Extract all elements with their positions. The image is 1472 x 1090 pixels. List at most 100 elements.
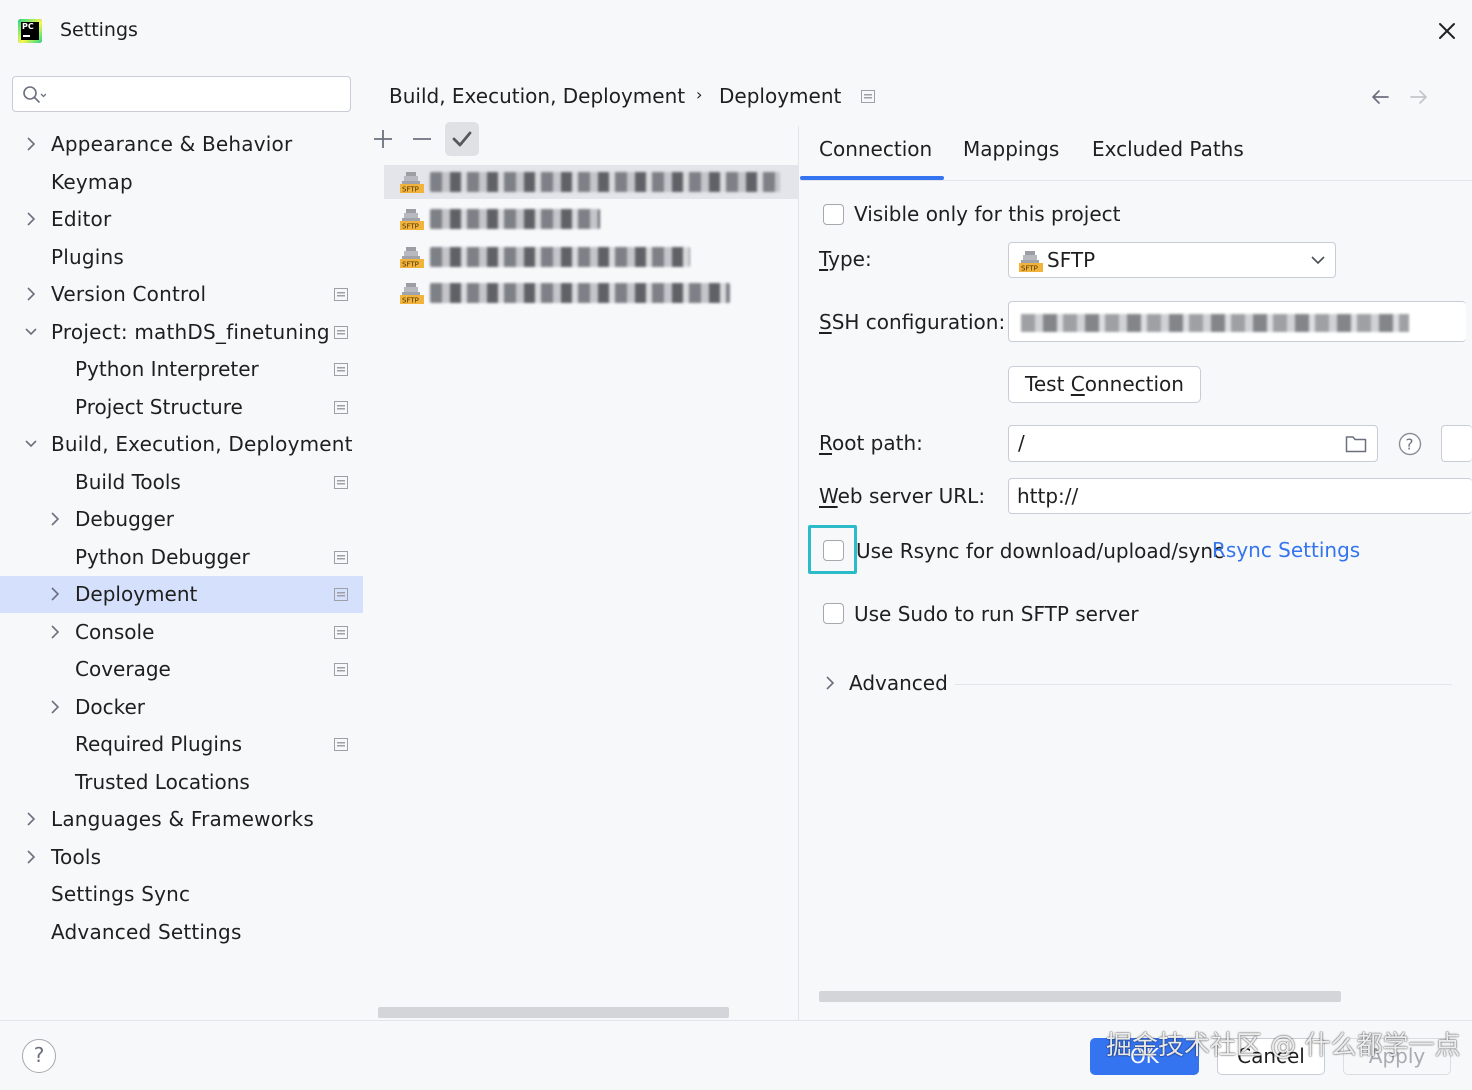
nav-item-label: Coverage bbox=[75, 657, 171, 681]
sftp-server-icon: SFTP bbox=[400, 209, 424, 231]
chevron-down-icon bbox=[1311, 256, 1325, 265]
server-list-item[interactable]: SFTP bbox=[384, 276, 798, 310]
nav-item-tools[interactable]: Tools bbox=[0, 839, 363, 876]
back-arrow-icon[interactable] bbox=[1369, 86, 1391, 108]
chevron-right-icon[interactable] bbox=[24, 136, 38, 152]
root-path-input[interactable]: / bbox=[1008, 425, 1378, 462]
nav-item-label: Console bbox=[75, 620, 155, 644]
breadcrumb-parent[interactable]: Build, Execution, Deployment bbox=[389, 82, 685, 110]
nav-item-keymap[interactable]: Keymap bbox=[0, 164, 363, 201]
svg-text:SFTP: SFTP bbox=[402, 297, 419, 305]
nav-item-label: Settings Sync bbox=[51, 882, 191, 906]
rsync-settings-link[interactable]: Rsync Settings bbox=[1212, 536, 1360, 564]
nav-item-label: Editor bbox=[51, 207, 112, 231]
nav-item-label: Languages & Frameworks bbox=[51, 807, 314, 831]
obscured-server-name bbox=[430, 209, 600, 229]
forward-arrow-icon[interactable] bbox=[1408, 86, 1430, 108]
nav-item-build-execution-deployment[interactable]: Build, Execution, Deployment bbox=[0, 426, 363, 463]
use-sudo-checkbox[interactable] bbox=[823, 603, 844, 624]
nav-item-required-plugins[interactable]: Required Plugins bbox=[0, 726, 363, 763]
nav-item-languages-frameworks[interactable]: Languages & Frameworks bbox=[0, 801, 363, 838]
visible-only-label: Visible only for this project bbox=[854, 202, 1121, 226]
svg-text:SFTP: SFTP bbox=[402, 223, 419, 231]
breadcrumb-separator: › bbox=[696, 85, 703, 104]
chevron-right-icon[interactable] bbox=[24, 211, 38, 227]
nav-item-plugins[interactable]: Plugins bbox=[0, 239, 363, 276]
server-list-item[interactable]: SFTP bbox=[384, 165, 798, 199]
server-list-item[interactable]: SFTP bbox=[384, 240, 798, 274]
visible-only-checkbox[interactable] bbox=[823, 204, 844, 225]
chevron-down-icon[interactable] bbox=[24, 324, 38, 340]
ssh-config-select[interactable] bbox=[1008, 301, 1466, 342]
nav-item-editor[interactable]: Editor bbox=[0, 201, 363, 238]
form-scrollbar[interactable] bbox=[819, 991, 1341, 1002]
chevron-right-icon[interactable] bbox=[24, 286, 38, 302]
root-path-value: / bbox=[1018, 431, 1025, 455]
web-server-url-input[interactable]: http:// bbox=[1008, 478, 1472, 514]
chevron-right-icon[interactable] bbox=[48, 699, 62, 715]
nav-item-docker[interactable]: Docker bbox=[0, 689, 363, 726]
use-as-default-button[interactable] bbox=[445, 122, 479, 156]
nav-item-coverage[interactable]: Coverage bbox=[0, 651, 363, 688]
obscured-server-name bbox=[430, 172, 780, 192]
help-button[interactable]: ? bbox=[22, 1039, 56, 1073]
folder-icon[interactable] bbox=[1345, 434, 1367, 453]
nav-item-label: Version Control bbox=[51, 282, 207, 306]
nav-item-advanced-settings[interactable]: Advanced Settings bbox=[0, 914, 363, 951]
tab-mappings[interactable]: Mappings bbox=[963, 134, 1059, 164]
chevron-right-icon[interactable] bbox=[48, 511, 62, 527]
chevron-down-icon[interactable] bbox=[24, 436, 38, 452]
obscured-server-name bbox=[430, 247, 690, 267]
remove-icon bbox=[413, 138, 431, 140]
nav-item-build-tools[interactable]: Build Tools bbox=[0, 464, 363, 501]
close-icon[interactable] bbox=[1434, 18, 1460, 44]
sftp-server-icon: SFTP bbox=[400, 172, 424, 194]
chevron-right-icon[interactable] bbox=[24, 811, 38, 827]
root-path-label: Root path: bbox=[819, 431, 923, 455]
nav-item-version-control[interactable]: Version Control bbox=[0, 276, 363, 313]
project-scope-icon bbox=[334, 626, 348, 639]
ssh-config-obscured-value bbox=[1021, 314, 1409, 332]
chevron-right-icon[interactable] bbox=[823, 675, 837, 691]
chevron-right-icon[interactable] bbox=[24, 849, 38, 865]
project-scope-icon bbox=[334, 588, 348, 601]
nav-item-project-structure[interactable]: Project Structure bbox=[0, 389, 363, 426]
nav-item-deployment[interactable]: Deployment bbox=[0, 576, 363, 613]
advanced-section-toggle[interactable]: Advanced bbox=[849, 669, 948, 697]
svg-text:SFTP: SFTP bbox=[402, 186, 419, 194]
nav-item-python-interpreter[interactable]: Python Interpreter bbox=[0, 351, 363, 388]
chevron-right-icon[interactable] bbox=[48, 624, 62, 640]
web-server-url-label: Web server URL: bbox=[819, 484, 986, 508]
help-icon[interactable]: ? bbox=[1398, 432, 1422, 456]
nav-item-debugger[interactable]: Debugger bbox=[0, 501, 363, 538]
server-list-scrollbar[interactable] bbox=[378, 1007, 729, 1018]
tab-excluded-paths[interactable]: Excluded Paths bbox=[1092, 134, 1244, 164]
sftp-server-icon: SFTP bbox=[400, 247, 424, 269]
use-sudo-label: Use Sudo to run SFTP server bbox=[854, 602, 1139, 626]
project-scope-icon bbox=[334, 476, 348, 489]
nav-item-settings-sync[interactable]: Settings Sync bbox=[0, 876, 363, 913]
nav-item-appearance-behavior[interactable]: Appearance & Behavior bbox=[0, 126, 363, 163]
nav-item-label: Build Tools bbox=[75, 470, 181, 494]
nav-item-project-mathds-finetuning[interactable]: Project: mathDS_finetuning bbox=[0, 314, 363, 351]
add-server-button[interactable] bbox=[366, 122, 400, 156]
search-icon bbox=[23, 86, 46, 103]
project-scope-icon bbox=[334, 551, 348, 564]
use-rsync-checkbox[interactable] bbox=[823, 540, 844, 561]
settings-search-input[interactable] bbox=[12, 76, 351, 112]
nav-item-python-debugger[interactable]: Python Debugger bbox=[0, 539, 363, 576]
footer-separator bbox=[0, 1020, 1472, 1021]
chevron-right-icon[interactable] bbox=[48, 586, 62, 602]
pycharm-logo-icon: PC bbox=[18, 19, 42, 43]
svg-text:SFTP: SFTP bbox=[402, 261, 419, 269]
server-list-item[interactable]: SFTP bbox=[384, 202, 798, 236]
test-connection-button[interactable]: Test Connection bbox=[1008, 366, 1201, 403]
autodetect-button[interactable] bbox=[1441, 425, 1472, 462]
tab-connection[interactable]: Connection bbox=[819, 134, 932, 164]
type-select[interactable]: SFTP SFTP bbox=[1008, 242, 1336, 278]
nav-item-label: Required Plugins bbox=[75, 732, 243, 756]
nav-item-trusted-locations[interactable]: Trusted Locations bbox=[0, 764, 363, 801]
web-server-url-value: http:// bbox=[1017, 484, 1079, 508]
nav-item-console[interactable]: Console bbox=[0, 614, 363, 651]
remove-server-button[interactable] bbox=[405, 122, 439, 156]
